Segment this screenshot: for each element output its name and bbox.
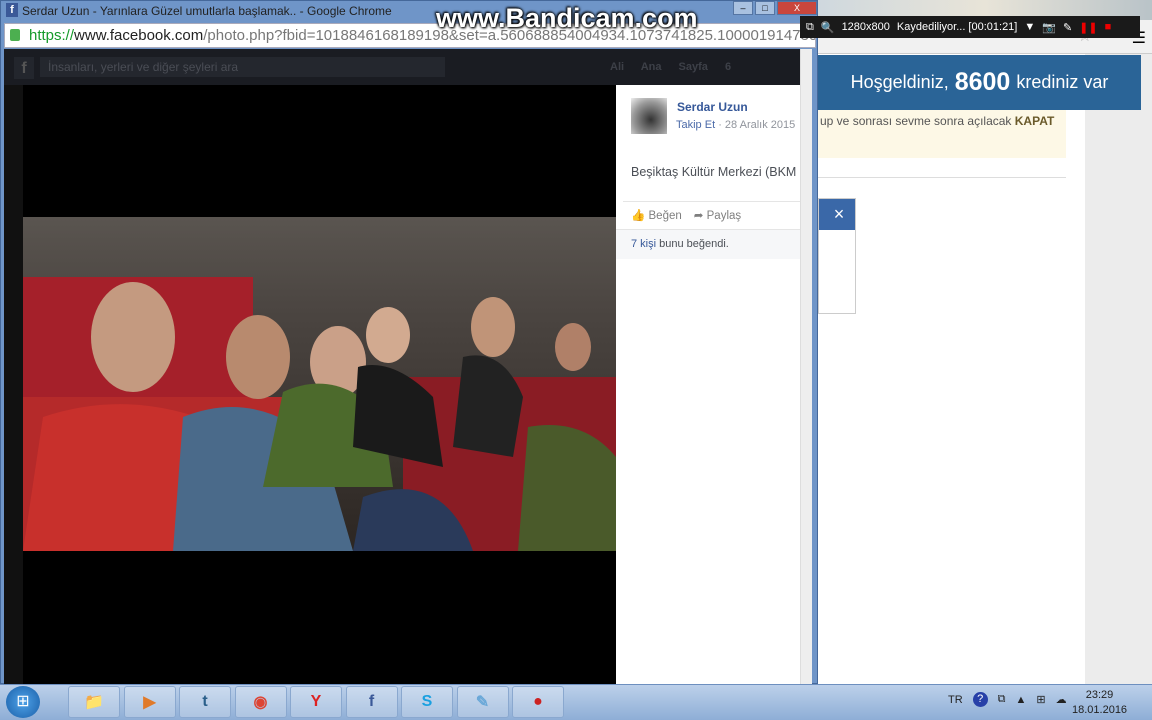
taskbar-app-tumblr[interactable]: t	[179, 686, 231, 718]
network-icon[interactable]: ⧉	[998, 693, 1006, 706]
window-mode-icon[interactable]: ⧉	[806, 21, 814, 34]
tumblr-icon: t	[202, 693, 208, 710]
dropdown-icon[interactable]: ▼	[1024, 21, 1035, 33]
bandicam-icon: ●	[533, 693, 543, 710]
window-controls: – □ X	[733, 1, 817, 15]
post-actions: 👍 Beğen ➦ Paylaş	[631, 208, 741, 222]
close-button[interactable]: X	[777, 1, 817, 15]
help-icon[interactable]: ?	[972, 692, 988, 707]
background-sidebar	[1085, 54, 1152, 684]
windows-flag-icon[interactable]: ⊞	[1036, 693, 1045, 706]
thumbs-up-icon: 👍	[631, 210, 649, 222]
notice-box: up ve sonrası sevme sonra açılacak KAPAT	[818, 110, 1066, 158]
notepad-icon: ✎	[475, 694, 490, 711]
search-input[interactable]: İnsanları, yerleri ve diğer şeyleri ara	[40, 57, 445, 77]
likes-summary: 7 kişi bunu beğendi.	[616, 229, 800, 259]
post-date: · 28 Aralık 2015	[715, 119, 796, 131]
recorder-resolution: 1280x800	[841, 21, 890, 33]
credits-banner: Hoşgeldiniz, 8600 krediniz var	[818, 55, 1141, 110]
start-button[interactable]: ⊞	[6, 686, 40, 718]
pause-icon[interactable]: ❚❚	[1079, 21, 1097, 34]
chrome-icon: ◉	[253, 694, 268, 711]
stop-icon[interactable]: ■	[1105, 21, 1112, 33]
taskbar-app-chrome[interactable]: ◉	[234, 686, 287, 718]
yandex-icon: Y	[310, 693, 322, 710]
post-meta: Takip Et · 28 Aralık 2015	[676, 119, 795, 131]
taskbar-app-facebook[interactable]: f	[345, 686, 398, 718]
photo-illustration	[23, 277, 616, 551]
time: 23:29	[1085, 689, 1114, 701]
likes-count-link[interactable]: 7 kişi	[631, 238, 656, 250]
cloud-alert-icon[interactable]: ☁	[1056, 693, 1067, 706]
url-scheme: https://	[29, 27, 75, 44]
show-hidden-icons[interactable]: ▲	[1016, 694, 1027, 706]
author-name[interactable]: Serdar Uzun	[677, 100, 748, 114]
notice-close-link[interactable]: KAPAT	[1015, 114, 1055, 128]
lock-icon	[10, 29, 20, 41]
bandicam-watermark: www.Bandicam.com	[436, 3, 698, 33]
scrollbar[interactable]	[800, 49, 812, 684]
facebook-icon: f	[368, 693, 375, 710]
date: 18.01.2016	[1072, 704, 1128, 716]
recorder-status: Kaydediliyor... [00:01:21]	[896, 21, 1018, 33]
taskbar-app-media[interactable]: ▶	[123, 686, 176, 718]
post-location[interactable]: Beşiktaş Kültür Merkezi (BKM	[631, 165, 799, 179]
close-icon[interactable]: ×	[819, 199, 855, 230]
divider	[818, 177, 1066, 178]
camera-icon[interactable]: 📷	[1042, 21, 1056, 34]
minimize-button[interactable]: –	[733, 1, 753, 15]
notice-text: up ve sonrası sevme sonra açılacak	[820, 114, 1015, 128]
skype-icon: S	[421, 693, 433, 710]
taskbar-app-yandex[interactable]: Y	[290, 686, 342, 718]
explorer-icon: 📁	[84, 694, 104, 711]
url-domain: www.facebook.com	[74, 27, 204, 44]
share-arrow-icon: ➦	[693, 210, 707, 222]
recorder-bar: ⧉ 🔍 1280x800 Kaydediliyor... [00:01:21] …	[800, 16, 1140, 38]
facebook-logo[interactable]: f	[14, 57, 34, 79]
maximize-button[interactable]: □	[755, 1, 775, 15]
share-button[interactable]: ➦ Paylaş	[694, 208, 741, 222]
system-tray: TR ? ⧉ ▲ ⊞ ☁	[948, 692, 1067, 707]
popup-dialog: ×	[818, 198, 856, 314]
greeting-text: Hoşgeldiniz,	[850, 72, 949, 92]
group-photo[interactable]	[23, 217, 616, 551]
taskbar-app-explorer[interactable]: 📁	[68, 686, 120, 718]
zoom-icon: 🔍	[820, 21, 835, 34]
share-label: Paylaş	[706, 210, 742, 222]
taskbar-app-skype[interactable]: S	[401, 686, 453, 718]
clock[interactable]: 23:29 18.01.2016	[1072, 688, 1127, 718]
like-label: Beğen	[648, 210, 682, 222]
credits-suffix: krediniz var	[1016, 72, 1109, 92]
follow-link[interactable]: Takip Et	[676, 119, 715, 131]
media-icon: ▶	[143, 694, 156, 711]
language-indicator[interactable]: TR	[948, 694, 963, 706]
taskbar-app-notepad[interactable]: ✎	[456, 686, 509, 718]
divider	[623, 201, 800, 202]
pencil-icon[interactable]: ✎	[1063, 21, 1072, 34]
credits-count: 8600	[954, 68, 1011, 96]
likes-suffix: bunu beğendi.	[656, 238, 729, 250]
like-button[interactable]: 👍 Beğen	[631, 208, 682, 222]
nav-links[interactable]: Ali Ana Sayfa 6	[610, 61, 731, 73]
author-avatar[interactable]	[631, 98, 667, 134]
taskbar-app-bandicam[interactable]: ●	[512, 686, 564, 718]
